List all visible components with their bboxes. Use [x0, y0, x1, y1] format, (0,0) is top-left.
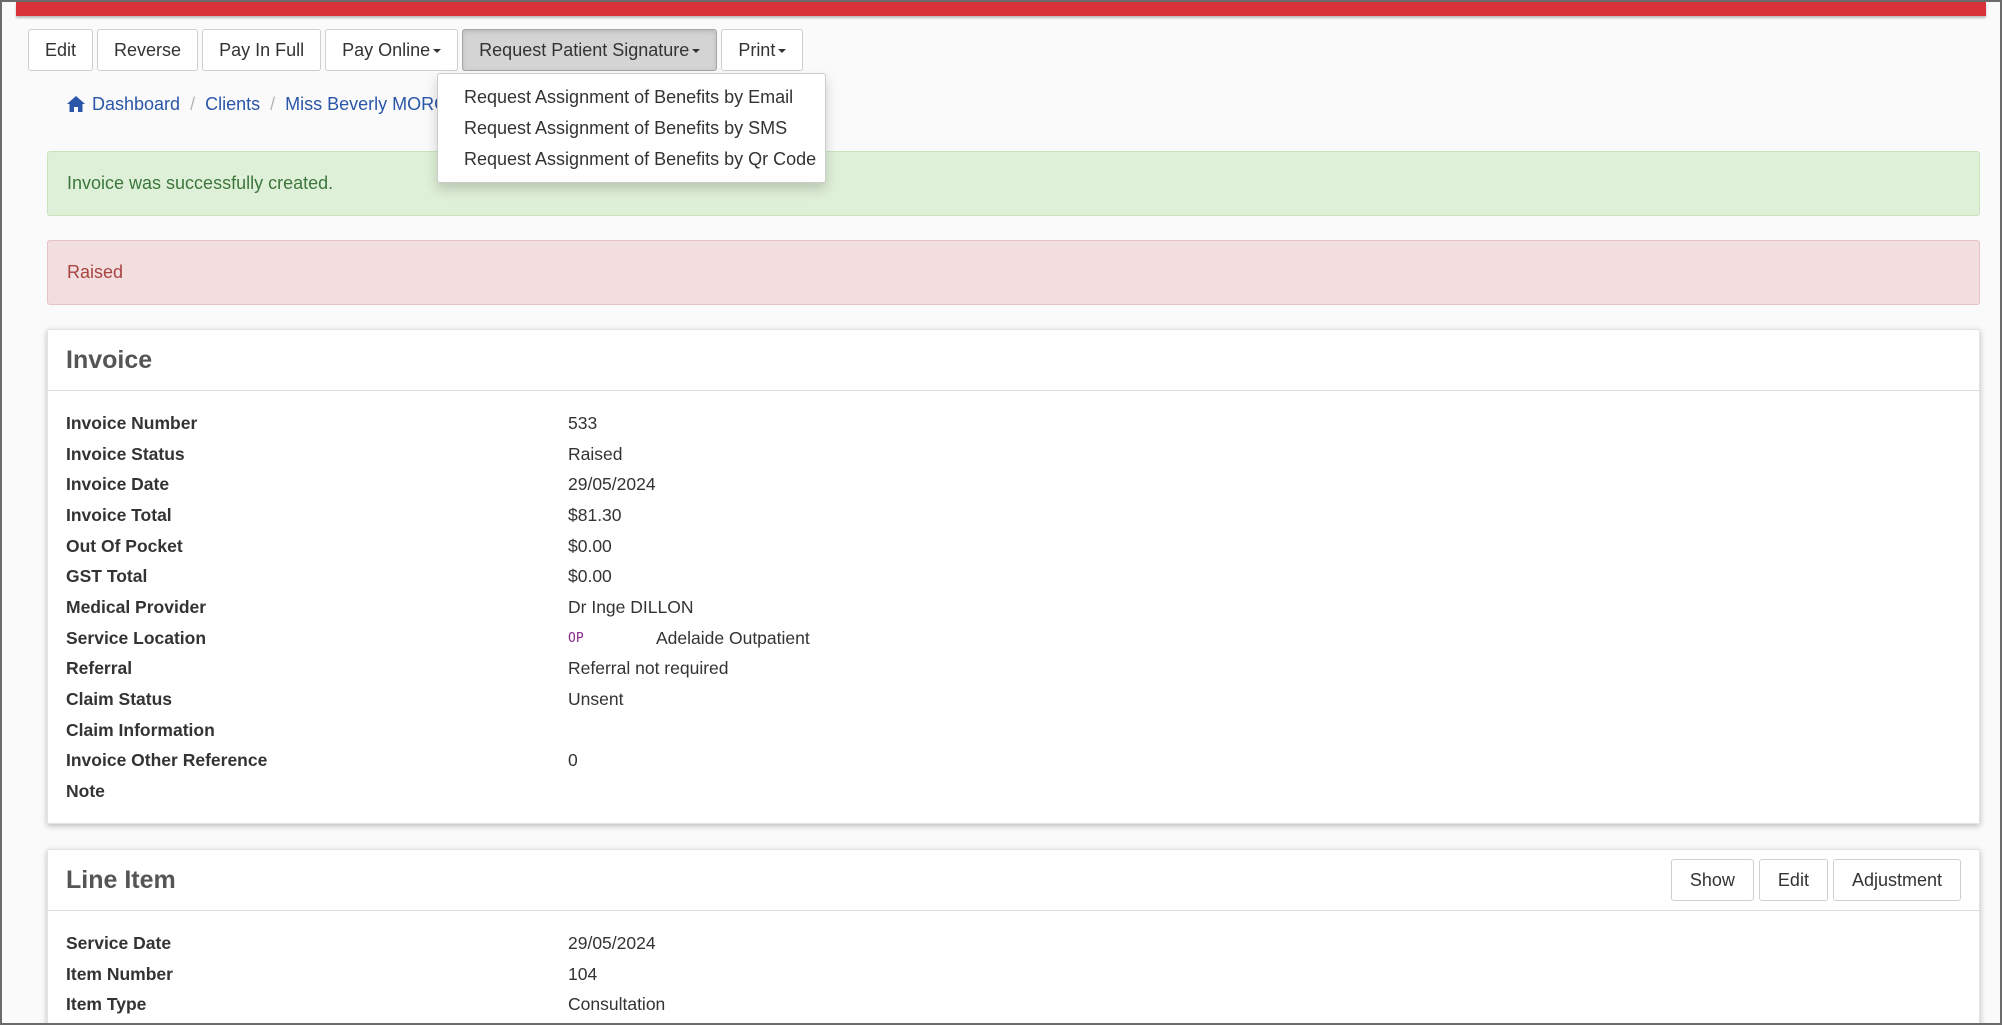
detail-row: Invoice Status Raised — [66, 439, 1961, 470]
detail-value: Unsent — [568, 689, 624, 710]
detail-value: $0.00 — [568, 566, 612, 587]
dropdown-item-qr-code[interactable]: Request Assignment of Benefits by Qr Cod… — [438, 144, 825, 175]
detail-label: Invoice Total — [66, 504, 172, 525]
breadcrumb-dashboard[interactable]: Dashboard — [66, 94, 180, 115]
dropdown-item-sms[interactable]: Request Assignment of Benefits by SMS — [438, 113, 825, 144]
reverse-button[interactable]: Reverse — [97, 29, 199, 71]
detail-row: Invoice Total $81.30 — [66, 500, 1961, 531]
detail-label: Item Number — [66, 963, 173, 984]
detail-label: Invoice Status — [66, 443, 185, 464]
pay-in-full-button[interactable]: Pay In Full — [202, 29, 322, 71]
invoice-details: Invoice Number 533 Invoice Status Raised… — [48, 391, 1979, 807]
detail-row: Referral Referral not required — [66, 654, 1961, 685]
detail-value-location: OP Adelaide Outpatient — [568, 628, 810, 649]
invoice-panel: Invoice Invoice Number 533 Invoice Statu… — [47, 329, 1980, 824]
detail-row: Invoice Date 29/05/2024 — [66, 469, 1961, 500]
adjustment-button[interactable]: Adjustment — [1832, 859, 1961, 901]
success-alert-text: Invoice was successfully created. — [67, 173, 334, 193]
invoice-panel-header: Invoice — [48, 330, 1979, 391]
print-button[interactable]: Print — [721, 29, 804, 71]
breadcrumb: Dashboard / Clients / Miss Beverly MORGA — [66, 91, 460, 117]
breadcrumb-dashboard-label: Dashboard — [92, 93, 181, 114]
detail-value: $81.30 — [568, 504, 622, 525]
line-item-actions: Show Edit Adjustment — [1670, 859, 1961, 901]
caret-down-icon — [692, 49, 701, 53]
line-item-edit-button[interactable]: Edit — [1758, 859, 1828, 901]
line-item-details: Service Date 29/05/2024 Item Number 104 … — [48, 911, 1979, 1020]
detail-label: Medical Provider — [66, 596, 207, 617]
print-label: Print — [738, 39, 776, 60]
breadcrumb-separator: / — [190, 93, 196, 114]
detail-row: Invoice Other Reference 0 — [66, 746, 1961, 777]
detail-label: Invoice Other Reference — [66, 750, 268, 771]
request-signature-dropdown: Request Assignment of Benefits by Email … — [437, 73, 826, 183]
detail-row: Service Location OP Adelaide Outpatient — [66, 623, 1961, 654]
request-signature-button[interactable]: Request Patient Signature — [462, 29, 718, 71]
caret-down-icon — [778, 49, 787, 53]
detail-label: Item Type — [66, 994, 147, 1015]
invoice-panel-title: Invoice — [66, 345, 153, 374]
caret-down-icon — [433, 49, 442, 53]
pay-online-label: Pay Online — [342, 39, 431, 60]
app-window: Edit Reverse Pay In Full Pay Online Requ… — [0, 0, 2002, 1025]
detail-row: Item Number 104 — [66, 959, 1961, 990]
detail-label: Out Of Pocket — [66, 535, 183, 556]
line-item-panel-header: Line Item Show Edit Adjustment — [48, 850, 1979, 911]
detail-value: Dr Inge DILLON — [568, 596, 694, 617]
line-item-panel: Line Item Show Edit Adjustment Service D… — [47, 849, 1980, 1023]
breadcrumb-separator: / — [270, 93, 276, 114]
invoice-toolbar: Edit Reverse Pay In Full Pay Online Requ… — [28, 29, 804, 71]
detail-label: Invoice Date — [66, 474, 170, 495]
detail-row: Note — [66, 776, 1961, 807]
home-icon — [67, 96, 85, 112]
status-alert-text: Raised — [67, 262, 124, 282]
status-alert: Raised — [47, 240, 1980, 305]
pay-online-button[interactable]: Pay Online — [325, 29, 459, 71]
breadcrumb-clients[interactable]: Clients — [205, 94, 260, 115]
detail-row: Service Date 29/05/2024 — [66, 928, 1961, 959]
detail-value: Consultation — [568, 994, 666, 1015]
detail-label: GST Total — [66, 566, 148, 587]
detail-value: $0.00 — [568, 535, 612, 556]
success-alert: Invoice was successfully created. — [47, 151, 1980, 216]
detail-row: Claim Information — [66, 715, 1961, 746]
detail-value: 533 — [568, 412, 598, 433]
detail-label: Referral — [66, 658, 133, 679]
location-code: OP — [568, 630, 584, 646]
detail-value: 29/05/2024 — [568, 932, 656, 953]
top-nav-bar — [16, 2, 1986, 16]
line-item-panel-title: Line Item — [66, 865, 176, 894]
edit-button[interactable]: Edit — [28, 29, 94, 71]
detail-label: Invoice Number — [66, 412, 198, 433]
show-button[interactable]: Show — [1670, 859, 1754, 901]
detail-row: Item Type Consultation — [66, 989, 1961, 1020]
request-signature-label: Request Patient Signature — [479, 39, 690, 60]
detail-row: Claim Status Unsent — [66, 684, 1961, 715]
detail-value: 104 — [568, 963, 598, 984]
detail-value: Referral not required — [568, 658, 729, 679]
detail-label: Service Location — [66, 627, 207, 648]
detail-row: Invoice Number 533 — [66, 408, 1961, 439]
detail-value: 0 — [568, 750, 578, 771]
detail-row: Medical Provider Dr Inge DILLON — [66, 592, 1961, 623]
dropdown-item-email[interactable]: Request Assignment of Benefits by Email — [438, 82, 825, 113]
detail-row: Out Of Pocket $0.00 — [66, 531, 1961, 562]
detail-value: 29/05/2024 — [568, 474, 656, 495]
detail-label: Claim Status — [66, 689, 172, 710]
detail-label: Note — [66, 781, 105, 802]
detail-row: GST Total $0.00 — [66, 561, 1961, 592]
location-name: Adelaide Outpatient — [656, 627, 810, 648]
detail-label: Service Date — [66, 932, 172, 953]
detail-label: Claim Information — [66, 719, 215, 740]
breadcrumb-client[interactable]: Miss Beverly MORGA — [285, 94, 460, 115]
detail-value: Raised — [568, 443, 623, 464]
